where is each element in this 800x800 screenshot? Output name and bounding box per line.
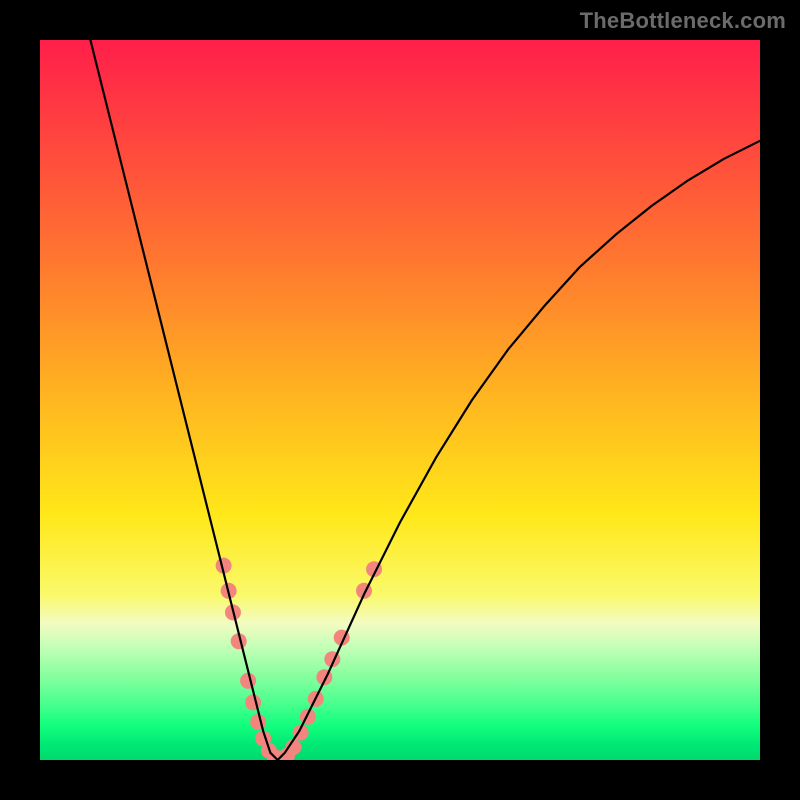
data-marker	[250, 714, 266, 730]
chart-frame: TheBottleneck.com	[0, 0, 800, 800]
data-marker	[245, 694, 261, 710]
data-marker	[300, 709, 316, 725]
plot-area	[40, 40, 760, 760]
bottleneck-curve	[90, 40, 760, 760]
watermark-text: TheBottleneck.com	[580, 8, 786, 34]
chart-svg	[40, 40, 760, 760]
